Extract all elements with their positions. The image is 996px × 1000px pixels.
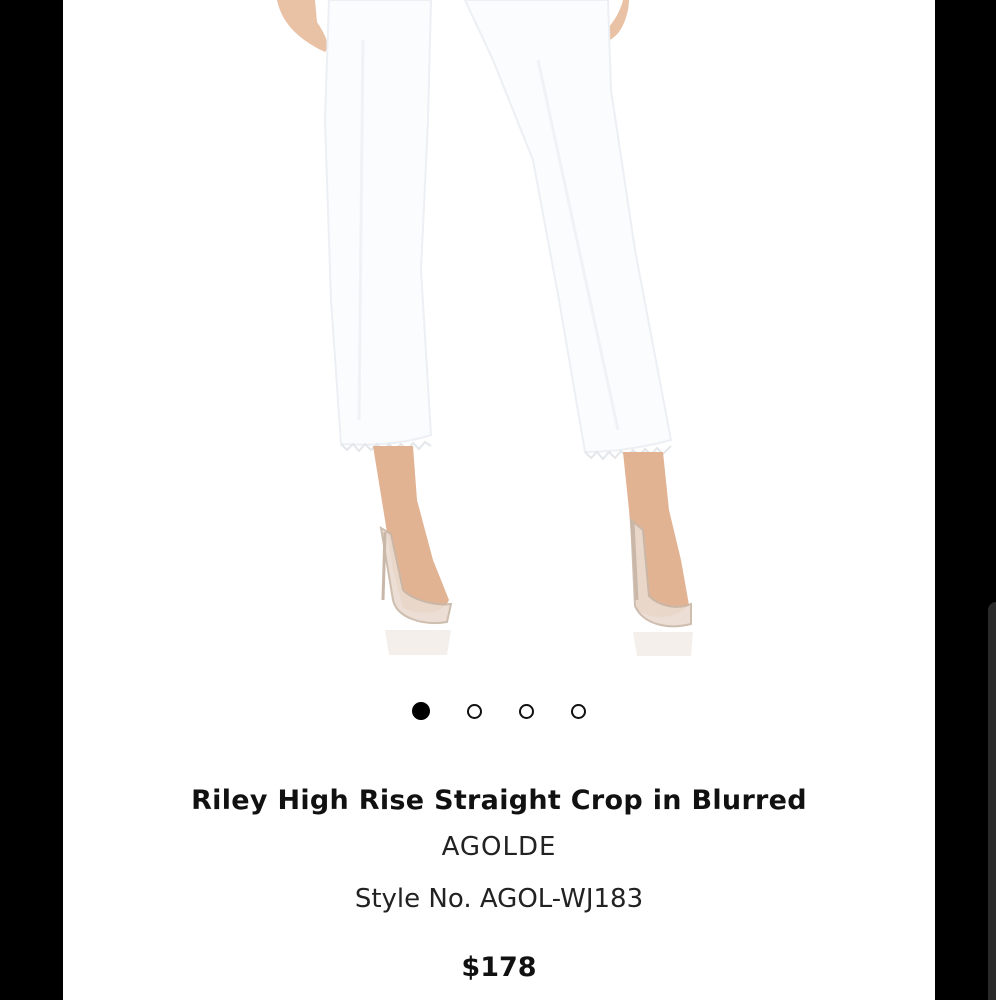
image-carousel-indicator bbox=[63, 700, 935, 722]
product-image[interactable] bbox=[63, 0, 935, 690]
product-price: $178 bbox=[461, 952, 537, 983]
side-edge-handle[interactable] bbox=[988, 602, 996, 1000]
product-brand[interactable]: AGOLDE bbox=[63, 832, 935, 862]
style-number: Style No. AGOL-WJ183 bbox=[354, 884, 644, 914]
screen: Riley High Rise Straight Crop in Blurred… bbox=[0, 0, 996, 1000]
carousel-dot-3[interactable] bbox=[519, 703, 534, 719]
product-page: Riley High Rise Straight Crop in Blurred… bbox=[63, 0, 935, 1000]
product-title: Riley High Rise Straight Crop in Blurred bbox=[191, 785, 807, 816]
carousel-dot-2[interactable] bbox=[467, 703, 482, 719]
carousel-dot-1[interactable] bbox=[412, 702, 430, 720]
carousel-dot-4[interactable] bbox=[571, 703, 586, 719]
